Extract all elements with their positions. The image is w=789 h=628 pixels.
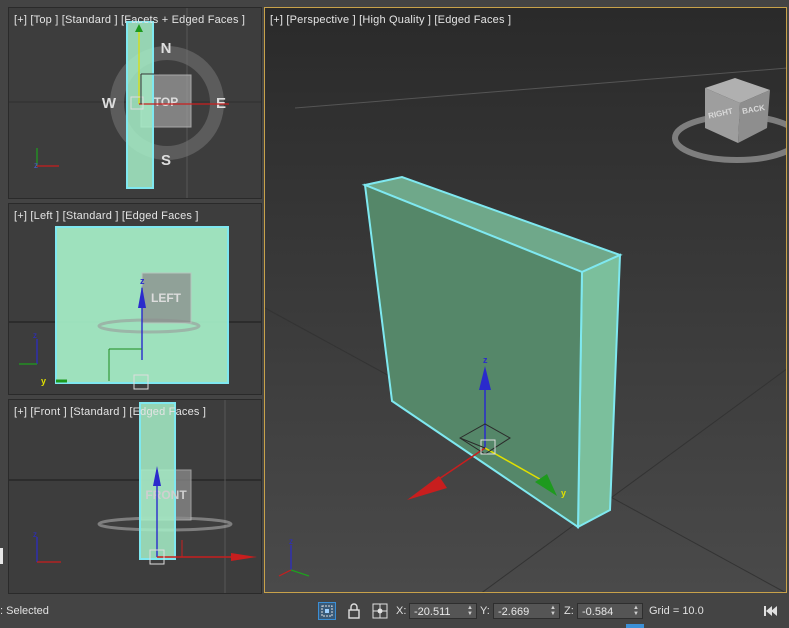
left-tripod-z: z <box>33 331 37 340</box>
y-coordinate-field[interactable]: -2.669 ▲ ▼ <box>493 603 560 619</box>
left-axis-y-label: y <box>41 376 46 386</box>
z-label: Z: <box>564 605 574 617</box>
viewport-top-canvas: TOP N S E W z <box>9 8 261 198</box>
svg-text:z: z <box>34 161 38 170</box>
x-coordinate-field[interactable]: -20.511 ▲ ▼ <box>409 603 477 619</box>
viewcube-front-face[interactable]: FRONT <box>145 488 187 502</box>
axis-tripod-top: z <box>34 148 59 170</box>
compass-south: S <box>161 152 171 169</box>
x-spinner-icon[interactable]: ▲ ▼ <box>467 605 473 617</box>
viewport-front-label[interactable]: [+] [Front ] [Standard ] [Edged Faces ] <box>14 406 206 418</box>
svg-text:z: z <box>289 537 293 546</box>
go-to-start-icon[interactable] <box>761 602 779 620</box>
viewport-perspective-label[interactable]: [+] [Perspective ] [High Quality ] [Edge… <box>270 14 511 26</box>
viewport-top-label[interactable]: [+] [Top ] [Standard ] [Facets + Edged F… <box>14 14 245 26</box>
time-slider-marker <box>626 624 644 628</box>
axis-tripod-front: z <box>33 530 61 563</box>
viewport-top[interactable]: [+] [Top ] [Standard ] [Facets + Edged F… <box>8 7 262 199</box>
viewport-left-label[interactable]: [+] [Left ] [Standard ] [Edged Faces ] <box>14 210 199 222</box>
z-coordinate-field[interactable]: -0.584 ▲ ▼ <box>577 603 643 619</box>
viewport-perspective-canvas: RIGHT BACK z y z <box>265 8 786 592</box>
viewport-left-canvas: LEFT z y z <box>9 226 261 390</box>
grid-size: Grid = 10.0 <box>649 605 704 617</box>
compass-north: N <box>161 40 172 57</box>
left-edge-marker <box>0 548 3 564</box>
viewport-front-canvas: FRONT z <box>9 400 261 593</box>
status-bar: : Selected X: -20.511 ▲ ▼ Y: -2.669 ▲ ▼ Z:… <box>0 598 789 628</box>
x-coordinate-value: -20.511 <box>414 606 451 618</box>
axis-tripod-left: z <box>19 331 38 365</box>
y-spinner-icon[interactable]: ▲ ▼ <box>550 605 556 617</box>
front-tripod-z: z <box>33 530 37 539</box>
viewcube-left-face[interactable]: LEFT <box>151 291 182 305</box>
viewport-left[interactable]: [+] [Left ] [Standard ] [Edged Faces ] L… <box>8 203 262 395</box>
y-label: Y: <box>480 605 490 617</box>
persp-gizmo-z: z <box>483 355 488 365</box>
lock-icon[interactable] <box>345 602 363 620</box>
compass-west: W <box>102 95 117 112</box>
lock-glyph <box>348 603 360 619</box>
persp-gizmo-y: y <box>561 488 566 498</box>
go-to-start-glyph <box>764 606 777 616</box>
viewcube-top-face[interactable]: TOP <box>154 95 178 109</box>
z-coordinate-value: -0.584 <box>582 606 614 618</box>
y-coordinate-value: -2.669 <box>498 606 530 618</box>
selection-status: : Selected <box>0 605 49 617</box>
selection-lock-icon[interactable] <box>318 602 336 620</box>
viewport-front[interactable]: [+] [Front ] [Standard ] [Edged Faces ] … <box>8 399 262 594</box>
selection-bracket-glyph <box>321 605 333 617</box>
viewport-perspective[interactable]: [+] [Perspective ] [High Quality ] [Edge… <box>264 7 787 593</box>
transform-mode-glyph <box>372 603 388 619</box>
z-spinner-icon[interactable]: ▲ ▼ <box>633 605 639 617</box>
svg-text:z: z <box>140 276 145 286</box>
x-label: X: <box>396 605 407 617</box>
absolute-offset-toggle-icon[interactable] <box>371 602 389 620</box>
